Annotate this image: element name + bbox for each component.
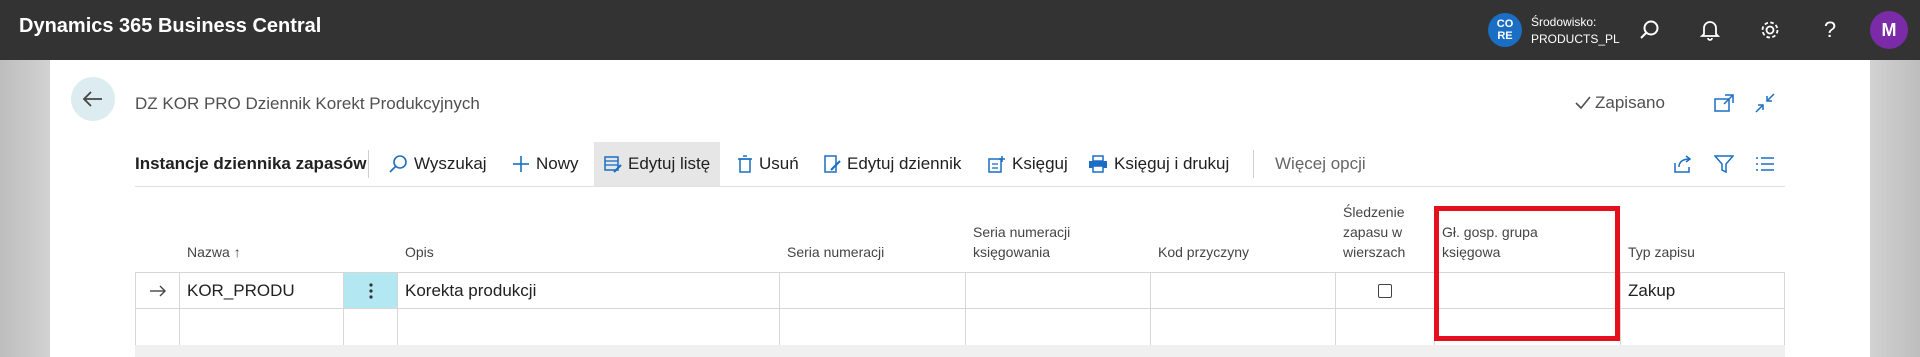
post-icon (988, 156, 1005, 173)
column-header-entry-type[interactable]: Typ zapisu (1628, 242, 1695, 262)
item-tracking-line1: Śledzenie (1343, 204, 1405, 220)
cell-entry-type[interactable] (1620, 309, 1785, 345)
divider (1253, 150, 1254, 178)
posting-no-series-line2: księgowania (973, 244, 1051, 260)
printer-icon (1089, 155, 1107, 173)
env-value: PRODUCTS_PL (1531, 32, 1620, 46)
top-bar: Dynamics 365 Business Central CO RE Środ… (0, 0, 1920, 60)
posting-no-series-line1: Seria numeracji (973, 224, 1071, 240)
cell-description[interactable] (397, 309, 779, 345)
new-button[interactable]: Nowy (512, 142, 579, 186)
cell-posting-no-series[interactable] (965, 309, 1150, 345)
open-new-window-icon[interactable] (1710, 89, 1738, 117)
post-and-print-button[interactable]: Księguj i drukuj (1088, 142, 1229, 186)
env-badge-line1: CO (1496, 18, 1514, 30)
edit-journal-icon (824, 155, 841, 173)
env-badge-line2: RE (1497, 30, 1513, 42)
search-button[interactable]: Wyszukaj (388, 142, 487, 186)
cell-no-series[interactable] (779, 273, 965, 309)
avatar[interactable]: M (1870, 11, 1908, 49)
page-title: DZ KOR PRO Dziennik Korekt Produkcyjnych (135, 94, 480, 113)
action-bar: Instancje dziennika zapasów Wyszukaj Now… (135, 142, 1785, 187)
checkmark-icon (1575, 96, 1591, 110)
cell-name[interactable]: KOR_PRODU (179, 273, 343, 309)
cell-entry-type[interactable]: Zakup (1620, 273, 1785, 309)
column-header-no-series[interactable]: Seria numeracji (787, 242, 884, 262)
environment-badge[interactable]: CO RE (1488, 13, 1522, 47)
kebab-menu-icon (368, 283, 373, 299)
item-tracking-line3: wierszach (1343, 244, 1406, 260)
row-selector[interactable] (135, 273, 179, 309)
highlight-box (1434, 206, 1620, 341)
edit-list-icon (604, 156, 622, 173)
column-header-item-tracking[interactable]: Śledzenie zapasu w wierszach (1343, 202, 1405, 262)
cell-name[interactable] (179, 309, 343, 345)
row-menu-button[interactable] (343, 273, 397, 309)
cell-description[interactable]: Korekta produkcji (397, 273, 779, 309)
arrow-left-icon (82, 91, 102, 107)
sort-ascending-icon: ↑ (233, 244, 241, 260)
saved-status: Zapisano (1575, 93, 1665, 113)
grid-footer (135, 345, 1785, 357)
item-tracking-line2: zapasu w (1343, 224, 1403, 240)
environment-info[interactable]: Środowisko: PRODUCTS_PL (1531, 14, 1620, 48)
post-and-print-label: Księguj i drukuj (1114, 154, 1230, 173)
plus-icon (513, 156, 529, 172)
cell-item-tracking[interactable] (1335, 273, 1434, 309)
bell-icon[interactable] (1696, 16, 1724, 44)
column-header-name[interactable]: Nazwa ↑ (187, 242, 241, 262)
saved-label: Zapisano (1595, 93, 1665, 112)
column-header-description[interactable]: Opis (405, 242, 434, 262)
item-tracking-checkbox[interactable] (1378, 284, 1392, 298)
column-header-posting-no-series[interactable]: Seria numeracji księgowania (973, 222, 1070, 262)
cell-item-tracking[interactable] (1335, 309, 1434, 345)
divider (368, 150, 369, 178)
cell-no-series[interactable] (779, 309, 965, 345)
row-menu-cell[interactable] (343, 309, 397, 345)
more-options-button[interactable]: Więcej opcji (1275, 142, 1366, 186)
new-label: Nowy (536, 154, 579, 173)
edit-list-button[interactable]: Edytuj listę (594, 142, 721, 186)
search-icon[interactable] (1636, 16, 1664, 44)
collapse-icon[interactable] (1751, 89, 1779, 117)
help-icon[interactable]: ? (1816, 16, 1844, 44)
column-name-label: Nazwa (187, 244, 230, 260)
column-header-reason-code[interactable]: Kod przyczyny (1158, 242, 1249, 262)
env-label: Środowisko: (1531, 15, 1597, 29)
filter-icon[interactable] (1714, 142, 1734, 186)
delete-label: Usuń (759, 154, 799, 173)
cell-reason-code[interactable] (1150, 273, 1335, 309)
trash-icon (738, 155, 752, 173)
edit-list-label: Edytuj listę (628, 154, 711, 173)
search-label: Wyszukaj (414, 154, 487, 173)
edit-journal-label: Edytuj dziennik (847, 154, 962, 173)
row-selector[interactable] (135, 309, 179, 345)
post-label: Księguj (1012, 154, 1068, 173)
cell-reason-code[interactable] (1150, 309, 1335, 345)
arrow-right-icon (149, 285, 166, 297)
context-title: Instancje dziennika zapasów (135, 154, 367, 173)
app-title[interactable]: Dynamics 365 Business Central (19, 15, 321, 38)
cell-posting-no-series[interactable] (965, 273, 1150, 309)
search-icon (389, 155, 407, 173)
edit-journal-button[interactable]: Edytuj dziennik (823, 142, 961, 186)
delete-button[interactable]: Usuń (737, 142, 799, 186)
back-button[interactable] (71, 77, 115, 121)
post-button[interactable]: Księguj (988, 142, 1068, 186)
list-view-icon[interactable] (1755, 142, 1775, 186)
share-icon[interactable] (1673, 142, 1693, 186)
gear-icon[interactable] (1756, 16, 1784, 44)
